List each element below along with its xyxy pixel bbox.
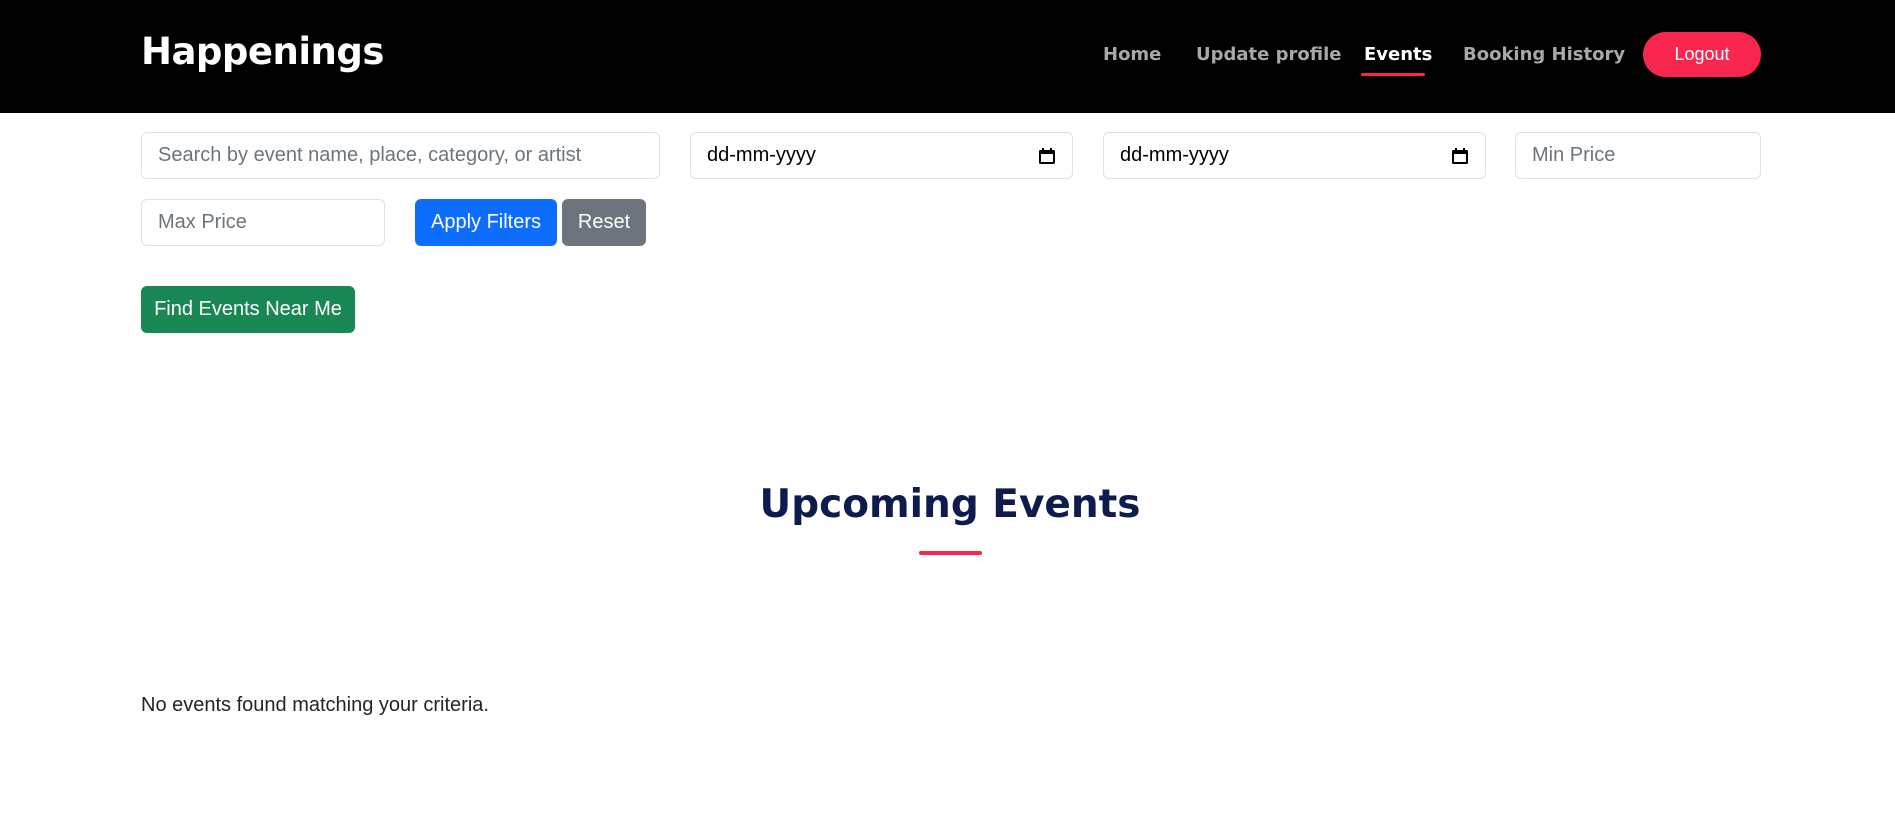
start-date-field[interactable]: dd-mm-yyyy [690,132,1073,179]
logout-button[interactable]: Logout [1643,32,1761,77]
title-underline [919,551,982,555]
min-price-input[interactable] [1532,144,1744,167]
nav-events[interactable]: Events [1364,44,1432,65]
search-field[interactable] [141,132,660,179]
brand-logo[interactable]: Happenings [141,30,384,73]
nav-home[interactable]: Home [1103,44,1161,65]
navbar: Happenings Home Update profile Events Bo… [0,0,1895,113]
nav-active-indicator [1361,73,1425,76]
calendar-icon[interactable] [1451,147,1469,165]
search-input[interactable] [158,144,643,167]
max-price-field[interactable] [141,199,385,246]
start-date-value: dd-mm-yyyy [707,144,816,166]
max-price-input[interactable] [158,211,368,234]
reset-button[interactable]: Reset [562,199,646,246]
apply-filters-button[interactable]: Apply Filters [415,199,557,246]
nav-update-profile[interactable]: Update profile [1196,44,1341,65]
end-date-field[interactable]: dd-mm-yyyy [1103,132,1486,179]
calendar-icon[interactable] [1038,147,1056,165]
end-date-value: dd-mm-yyyy [1120,144,1229,166]
find-events-near-me-button[interactable]: Find Events Near Me [141,286,355,333]
section-title: Upcoming Events [759,482,1141,527]
nav-booking-history[interactable]: Booking History [1463,44,1625,65]
empty-state-message: No events found matching your criteria. [141,694,489,716]
min-price-field[interactable] [1515,132,1761,179]
